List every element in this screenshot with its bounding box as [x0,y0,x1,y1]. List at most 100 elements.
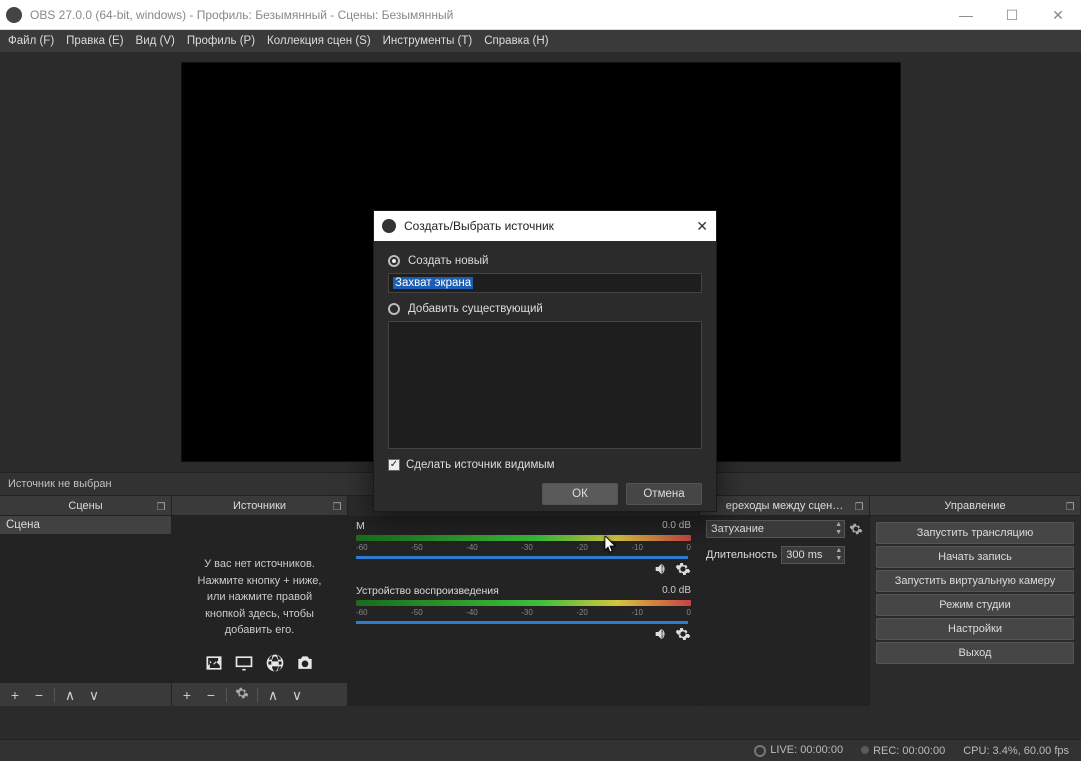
no-source-label: Источник не выбран [8,478,112,490]
controls-body: Запустить трансляцию Начать запись Запус… [870,516,1080,706]
sources-header: Источники ❐ [172,496,347,516]
picture-icon [203,653,225,673]
checkbox-icon: ✓ [388,459,400,471]
source-down-button[interactable]: ∨ [286,686,308,704]
close-button[interactable]: ✕ [1035,0,1081,30]
sources-empty-text: У вас нет источников. Нажмите кнопку + н… [172,516,347,645]
duration-spinbox[interactable]: 300 ms ▲▼ [781,546,845,564]
duration-label: Длительность [706,549,777,561]
scenes-toolbar: + − ∧ ∨ [0,682,171,706]
detach-icon[interactable]: ❐ [331,498,343,510]
transitions-body: Затухание ▲▼ Длительность 300 ms ▲▼ [700,516,869,706]
transitions-dock: ереходы между сцен… ❐ Затухание ▲▼ Длите… [700,496,870,706]
monitor-icon [233,653,255,673]
mixer-channel-2: Устройство воспроизведения 0.0 dB -60-50… [348,581,699,646]
exit-button[interactable]: Выход [876,642,1074,664]
radio-add-existing[interactable]: Добавить существующий [388,303,702,315]
existing-sources-list[interactable] [388,321,702,449]
gear-icon[interactable] [849,522,863,536]
app-icon [6,7,22,23]
start-record-button[interactable]: Начать запись [876,546,1074,568]
dialog-title: Создать/Выбрать источник [404,219,554,233]
add-source-button[interactable]: + [176,686,198,704]
close-icon[interactable]: ✕ [696,218,708,235]
gear-icon[interactable] [675,561,691,577]
window-titlebar: OBS 27.0.0 (64-bit, windows) - Профиль: … [0,0,1081,30]
speaker-icon[interactable] [653,561,669,577]
camera-icon [294,653,316,673]
mixer-body: М 0.0 dB -60-50-40-30-20-100 Устройство … [348,516,699,706]
globe-icon [264,653,286,673]
detach-icon[interactable]: ❐ [155,498,167,510]
dialog-body: Создать новый Захват экрана Добавить сущ… [374,241,716,511]
meter-scale: -60-50-40-30-20-100 [356,608,691,617]
menubar: Файл (F) Правка (E) Вид (V) Профиль (P) … [0,30,1081,52]
controls-dock: Управление ❐ Запустить трансляцию Начать… [870,496,1080,706]
radio-create-new[interactable]: Создать новый [388,255,702,267]
make-visible-checkbox[interactable]: ✓ Сделать источник видимым [388,459,702,471]
scenes-header: Сцены ❐ [0,496,171,516]
scene-up-button[interactable]: ∧ [59,686,81,704]
scene-item[interactable]: Сцена [0,516,171,534]
mixer-ch2-db: 0.0 dB [662,585,691,597]
start-stream-button[interactable]: Запустить трансляцию [876,522,1074,544]
menu-edit[interactable]: Правка (E) [66,35,123,47]
transition-combo[interactable]: Затухание ▲▼ [706,520,845,538]
detach-icon[interactable]: ❐ [1064,498,1076,510]
menu-help[interactable]: Справка (H) [484,35,548,47]
docks: Сцены ❐ Сцена + − ∧ ∨ Источники ❐ У вас … [0,496,1081,706]
mixer-ch2-name: Устройство воспроизведения [356,585,499,597]
vu-meter-2 [356,600,691,606]
mixer-ch1-name: М [356,520,365,532]
sources-toolbar: + − ∧ ∨ [172,682,347,706]
add-scene-button[interactable]: + [4,686,26,704]
transitions-header: ереходы между сцен… ❐ [700,496,869,516]
studio-mode-button[interactable]: Режим студии [876,594,1074,616]
mixer-dock: Микшер М 0.0 dB -60-50-40-30-20-100 [348,496,700,706]
source-settings-button[interactable] [231,686,253,704]
mixer-channel-1: М 0.0 dB -60-50-40-30-20-100 [348,516,699,581]
cpu-status: CPU: 3.4%, 60.00 fps [963,745,1069,757]
gear-icon[interactable] [675,626,691,642]
source-name-input[interactable]: Захват экрана [388,273,702,293]
maximize-button[interactable]: ☐ [989,0,1035,30]
cancel-button[interactable]: Отмена [626,483,702,505]
start-vcam-button[interactable]: Запустить виртуальную камеру [876,570,1074,592]
dialog-footer: ОК Отмена [388,483,702,505]
detach-icon[interactable]: ❐ [853,498,865,510]
mixer-ch1-db: 0.0 dB [662,520,691,532]
sources-dock: Источники ❐ У вас нет источников. Нажмит… [172,496,348,706]
minimize-button[interactable]: — [943,0,989,30]
scenes-dock: Сцены ❐ Сцена + − ∧ ∨ [0,496,172,706]
volume-slider-2[interactable] [356,621,688,624]
controls-header: Управление ❐ [870,496,1080,516]
source-up-button[interactable]: ∧ [262,686,284,704]
remove-source-button[interactable]: − [200,686,222,704]
menu-view[interactable]: Вид (V) [136,35,175,47]
menu-scene-collection[interactable]: Коллекция сцен (S) [267,35,371,47]
dialog-titlebar[interactable]: Создать/Выбрать источник ✕ [374,211,716,241]
scene-down-button[interactable]: ∨ [83,686,105,704]
radio-icon [388,255,400,267]
volume-slider-1[interactable] [356,556,688,559]
ok-button[interactable]: ОК [542,483,618,505]
create-source-dialog: Создать/Выбрать источник ✕ Создать новый… [373,210,717,512]
vu-meter-1 [356,535,691,541]
rec-status: REC: 00:00:00 [861,745,945,757]
speaker-icon[interactable] [653,626,669,642]
live-status: LIVE: 00:00:00 [754,744,843,756]
window-controls: — ☐ ✕ [943,0,1081,30]
radio-icon [388,303,400,315]
settings-button[interactable]: Настройки [876,618,1074,640]
sources-list[interactable]: У вас нет источников. Нажмите кнопку + н… [172,516,347,682]
meter-scale: -60-50-40-30-20-100 [356,543,691,552]
statusbar: LIVE: 00:00:00 REC: 00:00:00 CPU: 3.4%, … [0,739,1081,761]
menu-profile[interactable]: Профиль (P) [187,35,255,47]
menu-tools[interactable]: Инструменты (T) [383,35,473,47]
window-title: OBS 27.0.0 (64-bit, windows) - Профиль: … [30,8,453,22]
scenes-list[interactable]: Сцена [0,516,171,682]
remove-scene-button[interactable]: − [28,686,50,704]
menu-file[interactable]: Файл (F) [8,35,54,47]
app-icon [382,219,396,233]
sources-empty-icons [172,653,347,678]
